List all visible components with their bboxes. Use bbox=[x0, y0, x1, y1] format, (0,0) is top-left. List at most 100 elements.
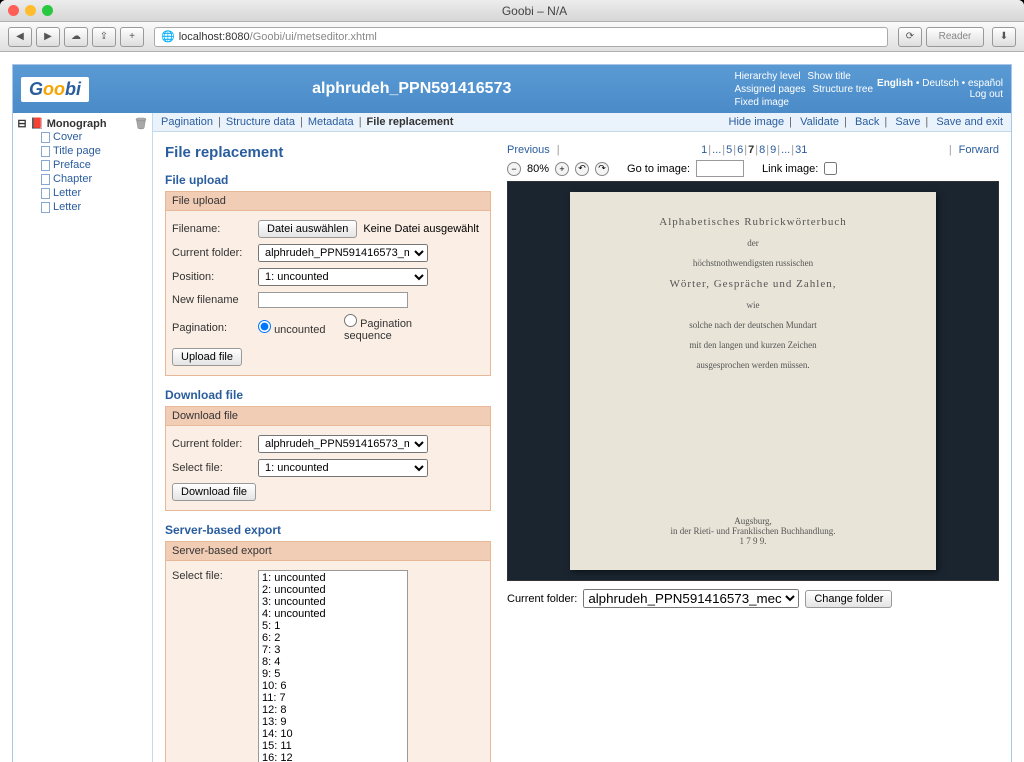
download-button[interactable]: Download file bbox=[172, 483, 256, 501]
collapse-icon[interactable]: ⊟ bbox=[17, 117, 27, 130]
link-showtitle[interactable]: Show title bbox=[807, 71, 850, 82]
goto-input[interactable] bbox=[696, 160, 744, 177]
list-item[interactable]: 11: 7 bbox=[260, 692, 406, 704]
lang-espanol[interactable]: español bbox=[968, 78, 1003, 89]
list-item[interactable]: 6: 2 bbox=[260, 632, 406, 644]
pager: Previous| 1|...|5|6|7|8|9|...|31 |Forwar… bbox=[507, 144, 999, 156]
tree-item[interactable]: Letter bbox=[41, 200, 148, 214]
section-title: File replacement bbox=[165, 144, 491, 161]
list-item[interactable]: 3: uncounted bbox=[260, 596, 406, 608]
downloads-button[interactable]: ⬇ bbox=[992, 27, 1016, 47]
action-save[interactable]: Save bbox=[895, 116, 920, 128]
list-item[interactable]: 2: uncounted bbox=[260, 584, 406, 596]
rotate-right-icon[interactable]: ↷ bbox=[595, 162, 609, 176]
titlebar: Goobi – N/A bbox=[0, 0, 1024, 22]
tab-structure[interactable]: Structure data bbox=[226, 116, 295, 128]
reload-button[interactable]: ⟳ bbox=[898, 27, 922, 47]
export-listbox[interactable]: 1: uncounted2: uncounted3: uncounted4: u… bbox=[258, 570, 408, 762]
page-title: alphrudeh_PPN591416573 bbox=[89, 80, 734, 98]
list-item[interactable]: 7: 3 bbox=[260, 644, 406, 656]
page-icon bbox=[41, 146, 50, 157]
choose-file-button[interactable]: Datei auswählen bbox=[258, 220, 357, 238]
viewer-folder-select[interactable]: alphrudeh_PPN591416573_mec bbox=[583, 589, 799, 608]
url-path: /Goobi/ui/metseditor.xhtml bbox=[250, 31, 377, 43]
page-icon bbox=[41, 160, 50, 171]
list-item[interactable]: 9: 5 bbox=[260, 668, 406, 680]
list-item[interactable]: 5: 1 bbox=[260, 620, 406, 632]
pager-page[interactable]: 9 bbox=[770, 144, 776, 156]
export-panel: Server-based export Select file: 1: unco… bbox=[165, 541, 491, 762]
radio-uncounted[interactable]: uncounted bbox=[258, 320, 338, 336]
tab-pagination[interactable]: Pagination bbox=[161, 116, 213, 128]
tree-item[interactable]: Letter bbox=[41, 186, 148, 200]
add-button[interactable]: + bbox=[120, 27, 144, 47]
tree-item[interactable]: Chapter bbox=[41, 172, 148, 186]
action-back[interactable]: Back bbox=[855, 116, 879, 128]
change-folder-button[interactable]: Change folder bbox=[805, 590, 892, 608]
tree-item[interactable]: Title page bbox=[41, 144, 148, 158]
list-item[interactable]: 4: uncounted bbox=[260, 608, 406, 620]
list-item[interactable]: 15: 11 bbox=[260, 740, 406, 752]
tree-item[interactable]: Cover bbox=[41, 130, 148, 144]
pager-forward[interactable]: Forward bbox=[959, 144, 999, 156]
action-save-exit[interactable]: Save and exit bbox=[936, 116, 1003, 128]
list-item[interactable]: 1: uncounted bbox=[260, 572, 406, 584]
list-item[interactable]: 12: 8 bbox=[260, 704, 406, 716]
download-file-select[interactable]: 1: uncounted bbox=[258, 459, 428, 477]
page-icon bbox=[41, 174, 50, 185]
tab-metadata[interactable]: Metadata bbox=[308, 116, 354, 128]
radio-sequence[interactable]: Pagination sequence bbox=[344, 314, 424, 342]
back-button[interactable]: ◀ bbox=[8, 27, 32, 47]
tree-root-label[interactable]: Monograph bbox=[47, 118, 107, 130]
download-panel: Download file Current folder: alphrudeh_… bbox=[165, 406, 491, 511]
close-window-button[interactable] bbox=[8, 5, 19, 16]
download-panel-header: Download file bbox=[166, 407, 490, 426]
position-select[interactable]: 1: uncounted bbox=[258, 268, 428, 286]
newfilename-label: New filename bbox=[172, 294, 252, 306]
minimize-window-button[interactable] bbox=[25, 5, 36, 16]
action-validate[interactable]: Validate bbox=[800, 116, 839, 128]
list-item[interactable]: 14: 10 bbox=[260, 728, 406, 740]
list-item[interactable]: 8: 4 bbox=[260, 656, 406, 668]
link-structure[interactable]: Structure tree bbox=[812, 84, 873, 95]
tab-replacement[interactable]: File replacement bbox=[367, 116, 454, 128]
rotate-left-icon[interactable]: ↶ bbox=[575, 162, 589, 176]
url-bar[interactable]: 🌐 localhost:8080/Goobi/ui/metseditor.xht… bbox=[154, 27, 888, 47]
reader-button[interactable]: Reader bbox=[926, 27, 984, 47]
browser-toolbar: ◀ ▶ ☁ ⇪ + 🌐 localhost:8080/Goobi/ui/mets… bbox=[0, 22, 1024, 52]
lang-english[interactable]: English bbox=[877, 78, 913, 89]
list-item[interactable]: 16: 12 bbox=[260, 752, 406, 762]
pager-page[interactable]: 31 bbox=[795, 144, 807, 156]
pager-page[interactable]: 6 bbox=[737, 144, 743, 156]
pager-page[interactable]: 5 bbox=[726, 144, 732, 156]
trash-icon[interactable]: 🗑 bbox=[134, 117, 148, 130]
link-fixed[interactable]: Fixed image bbox=[734, 97, 788, 108]
pager-page[interactable]: 7 bbox=[748, 144, 754, 156]
lang-deutsch[interactable]: Deutsch bbox=[922, 78, 959, 89]
link-checkbox[interactable] bbox=[824, 162, 837, 175]
viewer-folder-label: Current folder: bbox=[507, 593, 577, 605]
action-hide[interactable]: Hide image bbox=[729, 116, 785, 128]
tree-item[interactable]: Preface bbox=[41, 158, 148, 172]
pager-prev[interactable]: Previous bbox=[507, 144, 550, 156]
logo[interactable]: Goobi bbox=[21, 77, 89, 102]
icloud-button[interactable]: ☁ bbox=[64, 27, 88, 47]
download-folder-select[interactable]: alphrudeh_PPN591416573_media bbox=[258, 435, 428, 453]
forward-button[interactable]: ▶ bbox=[36, 27, 60, 47]
maximize-window-button[interactable] bbox=[42, 5, 53, 16]
link-assigned[interactable]: Assigned pages bbox=[734, 84, 805, 95]
link-hierarchy[interactable]: Hierarchy level bbox=[734, 71, 800, 82]
share-button[interactable]: ⇪ bbox=[92, 27, 116, 47]
pager-page[interactable]: 8 bbox=[759, 144, 765, 156]
upload-button[interactable]: Upload file bbox=[172, 348, 242, 366]
filename-label: Filename: bbox=[172, 223, 252, 235]
pager-page[interactable]: 1 bbox=[701, 144, 707, 156]
list-item[interactable]: 13: 9 bbox=[260, 716, 406, 728]
zoom-in-icon[interactable]: + bbox=[555, 162, 569, 176]
logout-link[interactable]: Log out bbox=[970, 89, 1003, 100]
newfilename-input[interactable] bbox=[258, 292, 408, 308]
upload-folder-select[interactable]: alphrudeh_PPN591416573_media bbox=[258, 244, 428, 262]
list-item[interactable]: 10: 6 bbox=[260, 680, 406, 692]
zoom-out-icon[interactable]: − bbox=[507, 162, 521, 176]
download-select-label: Select file: bbox=[172, 462, 252, 474]
